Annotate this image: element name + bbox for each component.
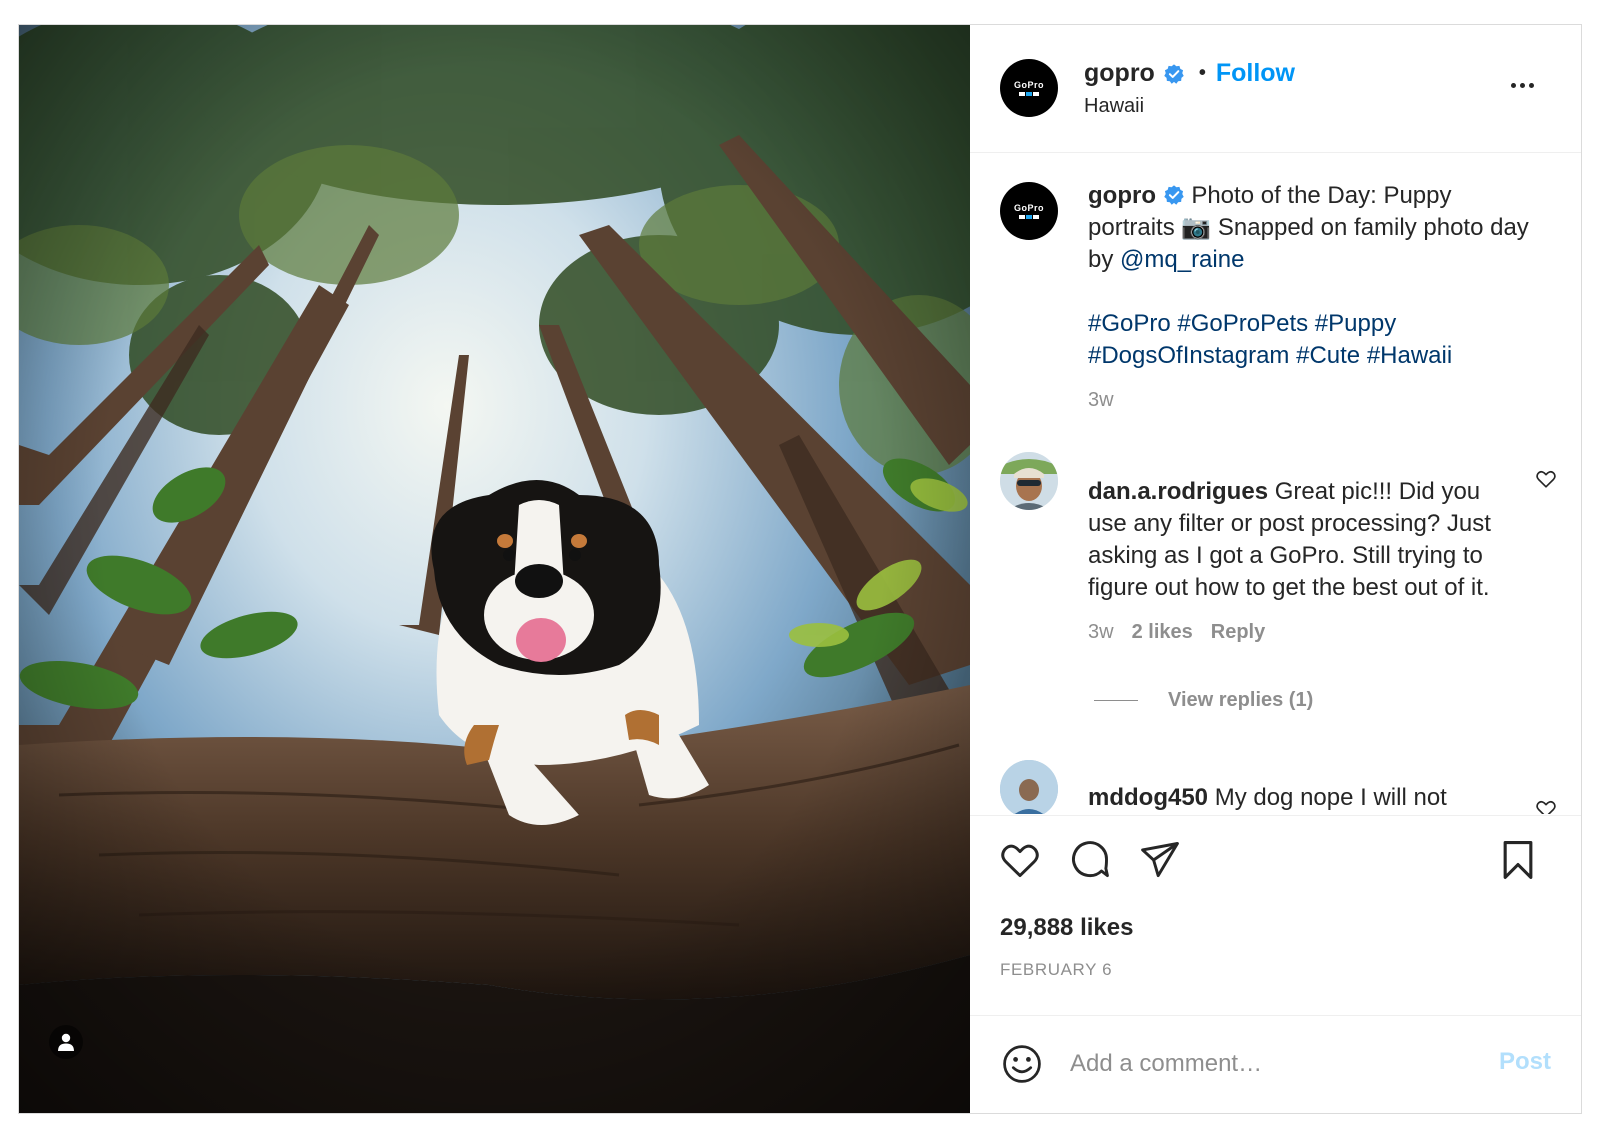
header-username[interactable]: gopro bbox=[1084, 59, 1155, 88]
comment-bubble-icon[interactable] bbox=[1068, 838, 1112, 882]
caption-hashtags: #GoPro #GoProPets #Puppy #DogsOfInstagra… bbox=[1088, 308, 1538, 372]
commenter-avatar[interactable] bbox=[1000, 760, 1058, 814]
gopro-logo: GoPro bbox=[1013, 80, 1044, 90]
post-date[interactable]: FEBRUARY 6 bbox=[1000, 960, 1112, 980]
tagged-people-button[interactable] bbox=[49, 1025, 83, 1059]
commenter-avatar[interactable] bbox=[1000, 452, 1058, 510]
verified-badge-icon bbox=[1163, 185, 1184, 205]
post-sidebar: GoPro gopro • Follow Hawaii GoPro gopro … bbox=[970, 25, 1581, 1113]
hashtag[interactable]: #Hawaii bbox=[1367, 342, 1452, 369]
more-options-icon[interactable] bbox=[1511, 75, 1541, 95]
caption-avatar[interactable]: GoPro bbox=[1000, 182, 1058, 240]
comment-heart-icon[interactable] bbox=[1535, 468, 1557, 490]
post-header: GoPro gopro • Follow Hawaii bbox=[970, 25, 1581, 153]
verified-badge-icon bbox=[1164, 63, 1184, 84]
smiley-icon[interactable] bbox=[1000, 1042, 1044, 1086]
replies-line bbox=[1094, 700, 1138, 701]
profile-photo bbox=[1000, 452, 1058, 510]
profile-photo bbox=[1000, 760, 1058, 814]
hashtag[interactable]: #Cute bbox=[1296, 342, 1360, 369]
hashtag[interactable]: #Puppy bbox=[1315, 310, 1396, 337]
comment-input[interactable] bbox=[1070, 1044, 1460, 1084]
hashtag[interactable]: #DogsOfInstagram bbox=[1088, 342, 1289, 369]
comment-item: dan.a.rodrigues Great pic!!! Did you use… bbox=[1088, 476, 1508, 648]
gopro-logo-bar bbox=[1019, 92, 1039, 96]
comment-username[interactable]: dan.a.rodrigues bbox=[1088, 478, 1268, 505]
comment-heart-icon[interactable] bbox=[1535, 798, 1557, 814]
post-photo[interactable] bbox=[19, 25, 970, 1113]
caption-username[interactable]: gopro bbox=[1088, 182, 1156, 209]
post-actions: 29,888 likes FEBRUARY 6 bbox=[970, 815, 1581, 1015]
comment-time[interactable]: 3w bbox=[1088, 621, 1114, 643]
gopro-logo: GoPro bbox=[1013, 203, 1044, 213]
follow-button[interactable]: Follow bbox=[1216, 59, 1295, 88]
header-user-row: gopro • Follow bbox=[1084, 59, 1295, 88]
instagram-post: GoPro gopro • Follow Hawaii GoPro gopro … bbox=[18, 24, 1582, 1114]
comment-meta: 3w 2 likes Reply bbox=[1088, 616, 1508, 648]
hashtag[interactable]: #GoProPets bbox=[1177, 310, 1308, 337]
likes-count[interactable]: 29,888 likes bbox=[1000, 914, 1133, 942]
heart-icon[interactable] bbox=[998, 838, 1042, 882]
comment-text: My dog nope I will not bbox=[1214, 784, 1447, 811]
hashtag[interactable]: #GoPro bbox=[1088, 310, 1171, 337]
gopro-avatar[interactable]: GoPro bbox=[1000, 59, 1058, 117]
bookmark-icon[interactable] bbox=[1496, 838, 1540, 882]
add-comment-bar: Post bbox=[970, 1015, 1581, 1113]
comment-likes[interactable]: 2 likes bbox=[1132, 621, 1193, 643]
post-location[interactable]: Hawaii bbox=[1084, 95, 1144, 118]
post-caption: gopro Photo of the Day: Puppy portraits … bbox=[1088, 180, 1538, 416]
view-replies-button[interactable]: View replies (1) bbox=[1094, 689, 1313, 712]
gopro-logo-bar bbox=[1019, 215, 1039, 219]
caption-time[interactable]: 3w bbox=[1088, 384, 1538, 416]
person-icon bbox=[58, 1033, 74, 1051]
comment-username[interactable]: mddog450 bbox=[1088, 784, 1208, 811]
dog-in-forest-photo bbox=[19, 25, 970, 1113]
post-comment-button[interactable]: Post bbox=[1499, 1048, 1551, 1076]
paper-plane-icon[interactable] bbox=[1138, 838, 1182, 882]
header-separator: • bbox=[1198, 62, 1206, 84]
comment-item: mddog450 My dog nope I will not bbox=[1088, 782, 1508, 814]
reply-button[interactable]: Reply bbox=[1211, 621, 1265, 643]
caption-mention[interactable]: @mq_raine bbox=[1120, 246, 1244, 273]
view-replies-label: View replies (1) bbox=[1168, 689, 1314, 711]
comments-thread[interactable]: GoPro gopro Photo of the Day: Puppy port… bbox=[970, 154, 1581, 814]
